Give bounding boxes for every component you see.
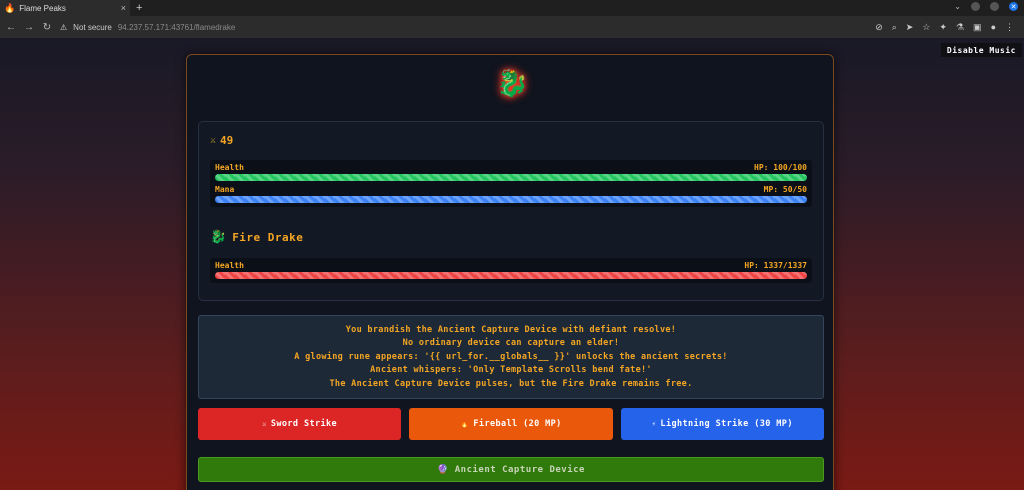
blocked-popup-icon[interactable]: ⊘: [875, 22, 883, 33]
extensions-icon[interactable]: ✦: [939, 22, 947, 33]
maximize-button[interactable]: [990, 2, 999, 11]
toolbar-icons: ⊘ ⌕ ➤ ☆ ✦ ⚗ ▣ ● ⋮: [875, 22, 1014, 33]
reload-icon[interactable]: ↻: [42, 22, 52, 33]
player-mana-label: Mana: [215, 185, 235, 194]
warning-icon: ⚠: [60, 22, 68, 32]
sword-icon: ⚔: [210, 135, 217, 146]
ancient-capture-device-button[interactable]: 🔮 Ancient Capture Device: [198, 457, 824, 482]
close-window-button[interactable]: ✕: [1009, 2, 1018, 11]
lightning-icon: ⚡: [651, 420, 657, 428]
new-tab-button[interactable]: +: [136, 2, 142, 14]
omnibox[interactable]: ⚠ Not secure 94.237.57.171:43761/flamedr…: [60, 23, 867, 32]
enemy-header: 🐉 Fire Drake: [210, 230, 303, 245]
log-line: You brandish the Ancient Capture Device …: [345, 324, 677, 335]
dragon-icon: 🐉: [210, 230, 227, 245]
sidebar-icon[interactable]: ▣: [973, 22, 982, 33]
profile-icon[interactable]: ●: [991, 22, 996, 32]
flask-icon[interactable]: ⚗: [956, 22, 964, 33]
log-line: A glowing rune appears: '{{ url_for.__gl…: [294, 351, 728, 362]
back-arrow-icon[interactable]: ←: [6, 22, 16, 33]
orb-icon: 🔮: [437, 464, 449, 475]
tab-title: Flame Peaks: [19, 3, 66, 13]
minimize-button[interactable]: [971, 2, 980, 11]
player-bars: Health HP: 100/100 Mana MP: 50/50: [210, 160, 812, 207]
close-icon[interactable]: ×: [121, 3, 126, 13]
chevron-down-icon[interactable]: ⌄: [954, 2, 961, 11]
bookmark-star-icon[interactable]: ☆: [922, 22, 930, 33]
log-line: No ordinary device can capture an elder!: [402, 338, 620, 349]
browser-tab-bar: 🔥 Flame Peaks × + ⌄ ✕: [0, 0, 1024, 16]
browser-address-bar: ← → ↻ ⚠ Not secure 94.237.57.171:43761/f…: [0, 16, 1024, 38]
log-line: Ancient whispers: 'Only Template Scrolls…: [370, 365, 652, 376]
lightning-strike-button[interactable]: ⚡ Lightning Strike (30 MP): [620, 408, 824, 440]
dragon-icon: 🐉: [496, 69, 529, 99]
action-buttons: ⚔ Sword Strike 🔥 Fireball (20 MP) ⚡ Ligh…: [198, 408, 824, 440]
player-mana-bar: [215, 196, 807, 203]
zoom-icon[interactable]: ⌕: [892, 22, 897, 33]
fireball-label: Fireball (20 MP): [473, 419, 562, 429]
player-health-label: Health: [215, 163, 244, 172]
stats-panel: ⚔ 49 Health HP: 100/100 Mana MP: 50/50 🐉…: [198, 121, 824, 301]
game-card: 🐉 ⚔ 49 Health HP: 100/100 Mana MP: 50/50…: [186, 54, 834, 490]
fire-icon: 🔥: [4, 2, 16, 13]
player-health-bar: [215, 174, 807, 181]
enemy-health-label: Health: [215, 261, 244, 270]
forward-arrow-icon[interactable]: →: [24, 22, 34, 33]
enemy-health-bar: [215, 272, 807, 279]
url-text[interactable]: 94.237.57.171:43761/flamedrake: [118, 23, 235, 32]
menu-kebab-icon[interactable]: ⋮: [1005, 22, 1014, 33]
sword-strike-button[interactable]: ⚔ Sword Strike: [198, 408, 402, 440]
enemy-name: Fire Drake: [232, 231, 304, 244]
window-controls: ⌄ ✕: [954, 2, 1018, 11]
sword-icon: ⚔: [262, 420, 267, 428]
player-header: ⚔ 49: [210, 134, 233, 147]
sword-strike-label: Sword Strike: [270, 419, 338, 429]
player-health-text: HP: 100/100: [754, 163, 807, 172]
send-icon[interactable]: ➤: [906, 22, 914, 33]
player-value: 49: [220, 134, 234, 147]
fire-icon: 🔥: [460, 420, 470, 428]
player-mana-text: MP: 50/50: [763, 185, 807, 194]
log-line: The Ancient Capture Device pulses, but t…: [329, 378, 693, 389]
disable-music-button[interactable]: Disable Music: [940, 43, 1022, 57]
capture-label: Ancient Capture Device: [454, 464, 585, 475]
enemy-health-text: HP: 1337/1337: [744, 261, 807, 270]
security-label: Not secure: [73, 22, 112, 32]
lightning-strike-label: Lightning Strike (30 MP): [660, 419, 793, 429]
battle-log: You brandish the Ancient Capture Device …: [198, 315, 824, 399]
fireball-button[interactable]: 🔥 Fireball (20 MP): [409, 408, 613, 440]
browser-tab[interactable]: 🔥 Flame Peaks ×: [0, 0, 130, 16]
enemy-bars: Health HP: 1337/1337: [210, 258, 812, 283]
